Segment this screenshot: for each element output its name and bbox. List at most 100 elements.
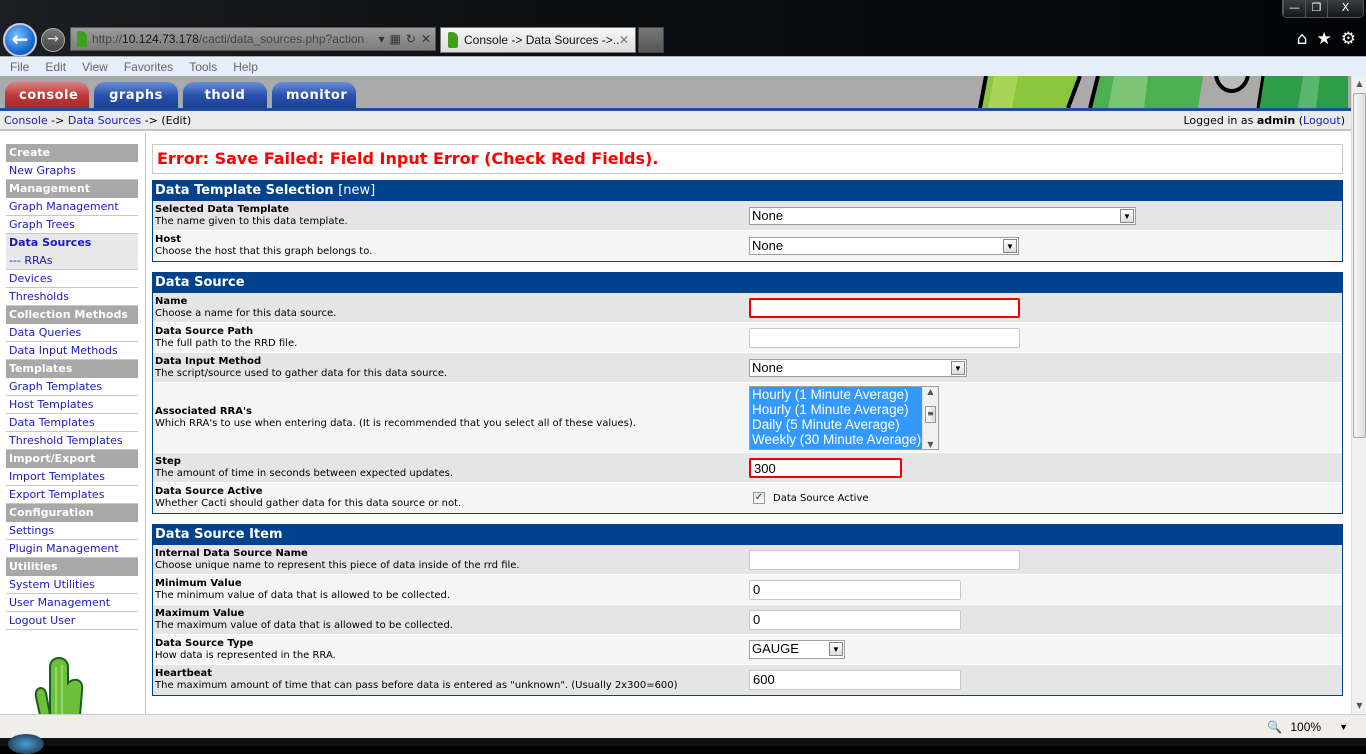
sidebar-item-devices[interactable]: Devices (6, 270, 138, 288)
compatibility-view-icon[interactable]: ▦ (390, 32, 401, 46)
menu-tools[interactable]: Tools (189, 60, 217, 74)
menu-view[interactable]: View (82, 60, 108, 74)
sidebar-item-thresholds[interactable]: Thresholds (6, 288, 138, 306)
favorites-star-icon[interactable]: ★ (1317, 29, 1332, 49)
heartbeat-input[interactable]: 600 (749, 670, 961, 690)
close-tab-icon[interactable]: ✕ (619, 33, 635, 47)
chevron-down-icon[interactable]: ▼ (1003, 239, 1017, 253)
internal-data-source-name-input[interactable] (749, 549, 1020, 570)
chevron-down-icon[interactable]: ▼ (1339, 722, 1348, 732)
close-window-button[interactable]: X (1327, 0, 1363, 17)
tab-title: Console -> Data Sources ->... (464, 33, 619, 47)
new-tab-button[interactable] (638, 27, 664, 53)
form-row-name: Name Choose a name for this data source. (153, 293, 1342, 323)
sidebar-item-host-templates[interactable]: Host Templates (6, 396, 138, 414)
page-scrollbar[interactable]: ▲ ▼ (1351, 76, 1366, 714)
sidebar-item-settings[interactable]: Settings (6, 522, 138, 540)
stop-icon[interactable]: ✕ (421, 32, 431, 46)
menu-file[interactable]: File (10, 60, 29, 74)
refresh-icon[interactable]: ↻ (406, 32, 416, 46)
form-row-data-source-active: Data Source Active Whether Cacti should g… (153, 483, 1342, 513)
scrollbar-thumb[interactable] (1353, 93, 1366, 438)
restore-button[interactable]: ❐ (1305, 0, 1327, 17)
address-url[interactable]: http://10.124.73.178/cacti/data_sources.… (92, 32, 379, 46)
tab-graphs[interactable]: graphs (93, 81, 179, 108)
form-row-data-source-type: Data Source Type How data is represented … (153, 635, 1342, 665)
minimize-button[interactable]: — (1283, 0, 1305, 17)
sidebar-item-user-management[interactable]: User Management (6, 594, 138, 612)
scrollbar-thumb[interactable]: ≡ (925, 405, 936, 423)
rra-option[interactable]: Weekly (30 Minute Average) (750, 432, 938, 447)
data-source-path-input[interactable] (749, 327, 1020, 348)
tab-monitor[interactable]: monitor (271, 81, 357, 108)
back-button[interactable]: ← (3, 23, 37, 57)
zoom-control[interactable]: 🔍 100% ▼ (1267, 720, 1348, 734)
maximum-value-input[interactable]: 0 (749, 609, 961, 630)
data-input-method-select[interactable]: None ▼ (749, 358, 967, 377)
field-label: Minimum Value (155, 577, 242, 589)
scroll-up-icon[interactable]: ▲ (1352, 76, 1366, 92)
sidebar-item-graph-trees[interactable]: Graph Trees (6, 216, 138, 234)
sidebar-item-logout-user[interactable]: Logout User (6, 612, 138, 630)
sidebar-item-graph-templates[interactable]: Graph Templates (6, 378, 138, 396)
selected-data-template-select[interactable]: None ▼ (749, 206, 1136, 225)
sidebar-item-data-input-methods[interactable]: Data Input Methods (6, 342, 138, 360)
section-data-template-selection: Data Template Selection [new] Selected D… (152, 180, 1343, 262)
name-input[interactable] (749, 297, 1020, 318)
browser-tab-active[interactable]: Console -> Data Sources ->... ✕ (440, 27, 636, 53)
field-desc: Choose unique name to represent this pie… (155, 559, 520, 571)
forward-button[interactable]: → (41, 28, 65, 52)
sidebar-item-rras[interactable]: --- RRAs (6, 252, 138, 270)
sidebar-item-new-graphs[interactable]: New Graphs (6, 162, 138, 180)
sidebar-item-data-queries[interactable]: Data Queries (6, 324, 138, 342)
section-subtitle: [new] (338, 183, 376, 198)
sidebar-item-graph-management[interactable]: Graph Management (6, 198, 138, 216)
host-select[interactable]: None ▼ (749, 237, 1019, 255)
chevron-down-icon[interactable]: ▼ (951, 360, 965, 375)
logout-link[interactable]: Logout (1303, 114, 1341, 127)
data-source-active-checkbox[interactable]: ✓ Data Source Active (749, 492, 1342, 504)
sidebar-item-system-utilities[interactable]: System Utilities (6, 576, 138, 594)
listbox-scrollbar[interactable]: ▲ ≡ ▼ (922, 386, 938, 449)
minimum-value-input[interactable]: 0 (749, 579, 961, 600)
field-label: Data Source Active (155, 486, 263, 497)
address-dropdown-icon[interactable]: ▾ (379, 32, 385, 46)
checkmark-icon[interactable]: ✓ (753, 492, 765, 504)
step-input[interactable]: 300 (749, 457, 902, 478)
data-source-type-select[interactable]: GAUGE ▼ (749, 640, 845, 659)
menu-edit[interactable]: Edit (45, 60, 66, 74)
sidebar-heading-collection-methods: Collection Methods (6, 306, 138, 324)
breadcrumb-separator: -> (141, 114, 162, 127)
sidebar: Create New Graphs Management Graph Manag… (0, 133, 146, 714)
chevron-down-icon[interactable]: ▼ (1120, 208, 1134, 223)
rra-option[interactable]: Daily (5 Minute Average) (750, 417, 938, 432)
breadcrumb-separator: -> (47, 114, 68, 127)
home-icon[interactable]: ⌂ (1297, 29, 1308, 49)
rra-option[interactable]: Hourly (1 Minute Average) (750, 402, 938, 417)
address-bar[interactable]: http://10.124.73.178/cacti/data_sources.… (70, 27, 436, 51)
sidebar-item-threshold-templates[interactable]: Threshold Templates (6, 432, 138, 450)
section-header: Data Template Selection [new] (153, 181, 1342, 201)
scroll-down-icon[interactable]: ▼ (923, 440, 938, 449)
browser-titlebar: — ❐ X ← → http://10.124.73.178/cacti/dat… (0, 0, 1366, 57)
associated-rras-listbox[interactable]: Hourly (1 Minute Average) Hourly (1 Minu… (749, 385, 939, 450)
menu-favorites[interactable]: Favorites (124, 60, 173, 74)
scroll-down-icon[interactable]: ▼ (1352, 698, 1366, 714)
rra-option[interactable]: Hourly (1 Minute Average) (750, 387, 938, 402)
sidebar-item-plugin-management[interactable]: Plugin Management (6, 540, 138, 558)
sidebar-item-data-sources[interactable]: Data Sources (6, 234, 138, 252)
tab-thold[interactable]: thold (182, 81, 268, 108)
tab-console[interactable]: console (4, 81, 90, 108)
breadcrumb-data-sources[interactable]: Data Sources (68, 114, 141, 127)
breadcrumb-console[interactable]: Console (4, 114, 48, 127)
cactus-banner-image (958, 76, 1348, 108)
menu-help[interactable]: Help (233, 60, 258, 74)
sidebar-item-export-templates[interactable]: Export Templates (6, 486, 138, 504)
field-label: Step (155, 455, 181, 467)
start-button[interactable] (8, 734, 44, 754)
sidebar-item-data-templates[interactable]: Data Templates (6, 414, 138, 432)
scroll-up-icon[interactable]: ▲ (923, 387, 938, 396)
chevron-down-icon[interactable]: ▼ (829, 642, 843, 656)
tools-gear-icon[interactable]: ⚙ (1341, 29, 1356, 49)
sidebar-item-import-templates[interactable]: Import Templates (6, 468, 138, 486)
